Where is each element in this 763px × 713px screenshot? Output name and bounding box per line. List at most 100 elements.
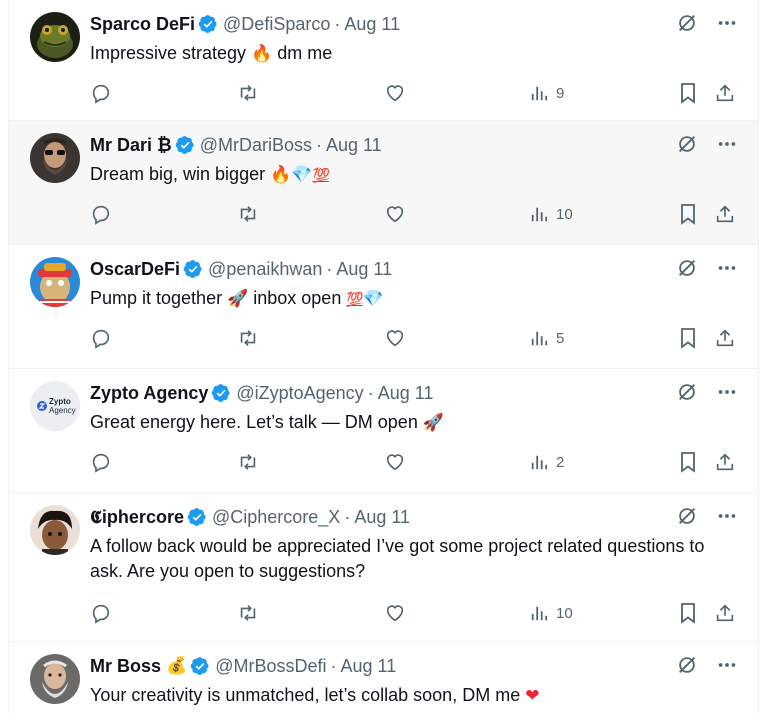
share-button[interactable]: [714, 82, 736, 104]
reply-tweet[interactable]: Zypto Agency Zypto Agency @iZyptoAgency …: [9, 369, 758, 493]
user-handle[interactable]: @MrDariBoss: [200, 134, 312, 156]
reply-tweet[interactable]: OscarDeFi @penaikhwan · Aug 11 Pump it t…: [9, 245, 758, 369]
share-button[interactable]: [714, 327, 736, 349]
tweet-text-part: Great energy here. Let’s talk — DM open: [90, 412, 423, 432]
repost-button[interactable]: [236, 451, 260, 473]
grok-icon[interactable]: [676, 257, 698, 279]
more-options-icon[interactable]: [716, 133, 738, 155]
action-bar: 5: [90, 326, 738, 350]
display-name[interactable]: Zypto Agency: [90, 382, 208, 404]
grok-icon[interactable]: [676, 381, 698, 403]
tweet-text-part: A follow back would be appreciated I’ve …: [90, 536, 705, 581]
more-options-icon[interactable]: [716, 654, 738, 676]
display-name[interactable]: OscarDeFi: [90, 258, 180, 280]
more-options-icon[interactable]: [716, 505, 738, 527]
more-options-icon[interactable]: [716, 12, 738, 34]
separator-dot: ·: [344, 507, 351, 527]
verified-badge-icon: [183, 259, 203, 279]
user-handle[interactable]: @penaikhwan: [208, 258, 322, 280]
reply-button[interactable]: [90, 82, 112, 104]
grok-icon[interactable]: [676, 133, 698, 155]
share-button[interactable]: [714, 451, 736, 473]
repost-icon: [240, 206, 256, 222]
repost-button[interactable]: [236, 82, 260, 104]
tweet-text: Dream big, win bigger 🔥💎💯: [90, 162, 738, 189]
tweet-header: Mr Boss 💰 @MrBossDefi · Aug 11: [90, 655, 698, 677]
like-button[interactable]: [384, 82, 406, 104]
views-icon: [531, 606, 548, 621]
avatar[interactable]: [30, 133, 80, 183]
reply-button[interactable]: [90, 451, 112, 473]
bookmark-button[interactable]: [678, 451, 698, 473]
views-count: 2: [556, 453, 565, 471]
timestamp[interactable]: Aug 11: [336, 258, 392, 280]
zypto-logo-text: Agency: [49, 406, 76, 415]
timestamp[interactable]: Aug 11: [326, 134, 382, 156]
repost-button[interactable]: [236, 602, 260, 624]
bookmark-button[interactable]: [678, 327, 698, 349]
more-options-icon[interactable]: [716, 381, 738, 403]
rocket-emoji: 🚀: [227, 289, 249, 309]
separator-dot: ·: [367, 383, 374, 403]
reply-tweet[interactable]: 𝕮iphercore @Ciphercore_X · Aug 11 A foll…: [9, 493, 758, 642]
views-count: 9: [556, 84, 565, 102]
verified-badge-icon: [190, 656, 210, 676]
reply-button[interactable]: [90, 327, 112, 349]
share-button[interactable]: [714, 203, 736, 225]
grok-icon[interactable]: [676, 654, 698, 676]
tweet-header: 𝕮iphercore @Ciphercore_X · Aug 11: [90, 506, 698, 528]
avatar[interactable]: [30, 12, 80, 62]
timestamp[interactable]: Aug 11: [378, 382, 434, 404]
display-name[interactable]: 𝕮iphercore: [90, 506, 184, 528]
like-button[interactable]: [384, 451, 406, 473]
bookmark-button[interactable]: [678, 602, 698, 624]
action-bar: 10: [90, 601, 738, 625]
share-icon: [716, 453, 734, 471]
avatar[interactable]: [30, 654, 80, 704]
views-button[interactable]: 9: [530, 84, 564, 102]
reply-tweet[interactable]: Mr Boss 💰 @MrBossDefi · Aug 11 Your crea…: [9, 642, 758, 713]
display-name[interactable]: Sparco DeFi: [90, 13, 195, 35]
timestamp[interactable]: Aug 11: [344, 13, 400, 35]
repost-button[interactable]: [236, 327, 260, 349]
timestamp[interactable]: Aug 11: [354, 506, 410, 528]
action-bar: 9: [90, 81, 738, 105]
reply-button[interactable]: [90, 203, 112, 225]
user-handle[interactable]: @DefiSparco: [223, 13, 330, 35]
reply-tweet[interactable]: Sparco DeFi @DefiSparco · Aug 11 Impress…: [9, 0, 758, 121]
user-handle[interactable]: @MrBossDefi: [215, 655, 326, 677]
timestamp[interactable]: Aug 11: [340, 655, 396, 677]
avatar[interactable]: [30, 257, 80, 307]
views-button[interactable]: 10: [530, 604, 573, 622]
tweet-header: Zypto Agency @iZyptoAgency · Aug 11: [90, 382, 698, 404]
user-handle[interactable]: @iZyptoAgency: [236, 382, 363, 404]
reply-tweet[interactable]: Mr Dari ₿ @MrDariBoss · Aug 11 Dream big…: [9, 121, 758, 245]
grok-icon[interactable]: [676, 505, 698, 527]
repost-button[interactable]: [236, 203, 260, 225]
views-button[interactable]: 2: [530, 453, 564, 471]
gem-emoji: 💎: [362, 289, 384, 309]
fire-emoji: 🔥: [270, 165, 292, 185]
like-button[interactable]: [384, 203, 406, 225]
reply-button[interactable]: [90, 602, 112, 624]
tweet-text: Your creativity is unmatched, let’s coll…: [90, 683, 738, 709]
repost-icon: [240, 605, 256, 621]
avatar[interactable]: Zypto Agency: [30, 381, 80, 431]
separator-dot: ·: [326, 259, 333, 279]
display-name[interactable]: Mr Boss: [90, 655, 161, 677]
views-button[interactable]: 5: [530, 329, 564, 347]
share-button[interactable]: [714, 602, 736, 624]
heart-icon: [386, 330, 404, 347]
like-button[interactable]: [384, 327, 406, 349]
frog-avatar-icon: [30, 12, 80, 62]
avatar[interactable]: [30, 505, 80, 555]
bookmark-button[interactable]: [678, 82, 698, 104]
views-button[interactable]: 10: [530, 205, 573, 223]
tweet-text: Pump it together 🚀 inbox open 💯💎: [90, 286, 738, 313]
user-handle[interactable]: @Ciphercore_X: [212, 506, 340, 528]
more-options-icon[interactable]: [716, 257, 738, 279]
display-name[interactable]: Mr Dari ₿: [90, 134, 172, 156]
bookmark-button[interactable]: [678, 203, 698, 225]
like-button[interactable]: [384, 602, 406, 624]
grok-icon[interactable]: [676, 12, 698, 34]
